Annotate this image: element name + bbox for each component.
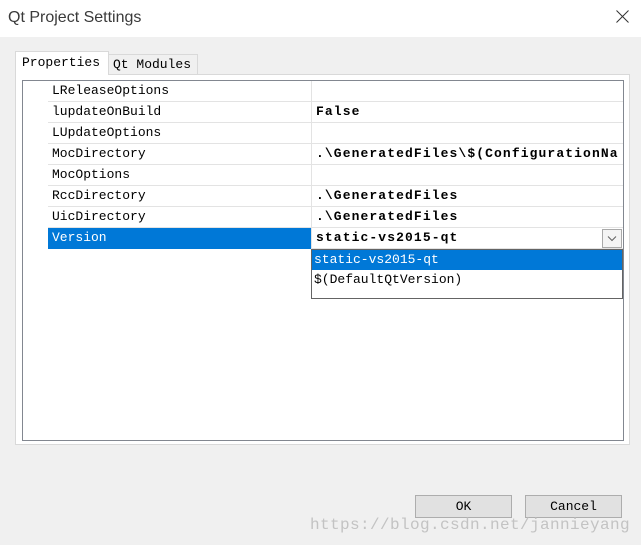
tab-label: Properties bbox=[22, 55, 101, 70]
property-row-lupdateonbuild[interactable]: lupdateOnBuild False bbox=[23, 102, 623, 123]
close-button[interactable] bbox=[609, 4, 636, 30]
chevron-down-icon bbox=[607, 236, 617, 242]
tab-qt-modules[interactable]: Qt Modules bbox=[108, 54, 198, 74]
property-value[interactable]: .\GeneratedFiles bbox=[311, 186, 623, 207]
property-row-lupdateoptions[interactable]: LUpdateOptions bbox=[23, 123, 623, 144]
tab-label: Qt Modules bbox=[113, 57, 192, 72]
property-name[interactable]: Version bbox=[48, 228, 311, 249]
close-icon bbox=[616, 10, 629, 23]
window-title: Qt Project Settings bbox=[8, 9, 142, 26]
version-dropdown-list[interactable]: static-vs2015-qt $(DefaultQtVersion) bbox=[311, 249, 623, 299]
property-name[interactable]: MocDirectory bbox=[48, 144, 311, 165]
property-name[interactable]: lupdateOnBuild bbox=[48, 102, 311, 123]
dropdown-button[interactable] bbox=[602, 229, 622, 248]
title-bar: Qt Project Settings bbox=[0, 0, 641, 37]
property-row-uicdirectory[interactable]: UicDirectory .\GeneratedFiles bbox=[23, 207, 623, 228]
property-value[interactable]: .\GeneratedFiles\$(ConfigurationNa bbox=[311, 144, 623, 165]
property-row-mocoptions[interactable]: MocOptions bbox=[23, 165, 623, 186]
dropdown-option[interactable]: $(DefaultQtVersion) bbox=[312, 270, 622, 290]
property-row-mocdirectory[interactable]: MocDirectory .\GeneratedFiles\$(Configur… bbox=[23, 144, 623, 165]
version-combobox[interactable]: static-vs2015-qt bbox=[311, 228, 623, 249]
tab-properties[interactable]: Properties bbox=[15, 51, 109, 75]
property-name[interactable]: RccDirectory bbox=[48, 186, 311, 207]
property-value: static-vs2015-qt bbox=[316, 230, 459, 245]
property-row-rccdirectory[interactable]: RccDirectory .\GeneratedFiles bbox=[23, 186, 623, 207]
property-name[interactable]: LUpdateOptions bbox=[48, 123, 311, 144]
property-value[interactable] bbox=[311, 165, 623, 186]
property-row-version[interactable]: Version static-vs2015-qt bbox=[23, 228, 623, 249]
property-value[interactable]: False bbox=[311, 102, 623, 123]
dropdown-option[interactable]: static-vs2015-qt bbox=[312, 250, 622, 270]
property-row-lreleaseoptions[interactable]: LReleaseOptions bbox=[23, 81, 623, 102]
property-value[interactable]: .\GeneratedFiles bbox=[311, 207, 623, 228]
property-name[interactable]: UicDirectory bbox=[48, 207, 311, 228]
property-value[interactable] bbox=[311, 123, 623, 144]
property-name[interactable]: MocOptions bbox=[48, 165, 311, 186]
property-value[interactable] bbox=[311, 81, 623, 102]
property-name[interactable]: LReleaseOptions bbox=[48, 81, 311, 102]
watermark: https://blog.csdn.net/jannieyang bbox=[310, 516, 631, 534]
